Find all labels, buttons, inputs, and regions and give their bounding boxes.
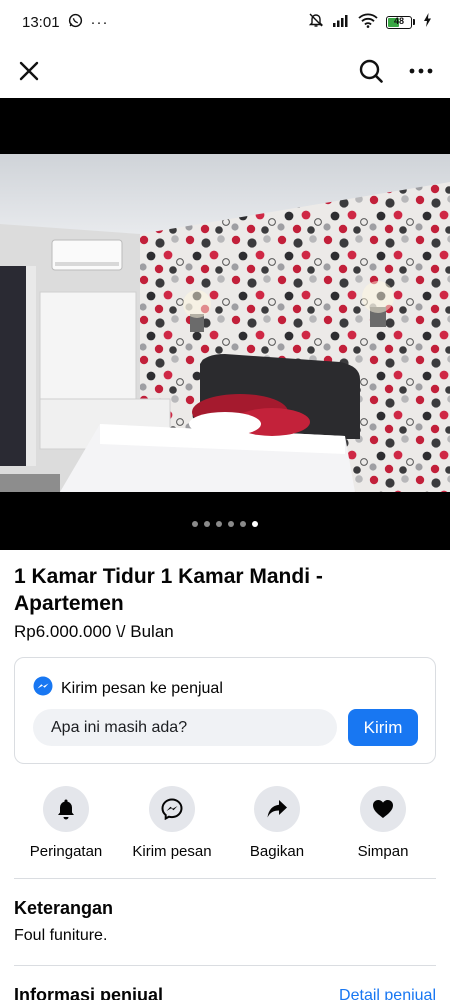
pagination-dot[interactable] <box>204 521 210 527</box>
mute-icon <box>308 12 324 32</box>
message-card-title: Kirim pesan ke penjual <box>61 679 223 697</box>
app-bar <box>0 44 450 98</box>
share-icon <box>254 786 300 832</box>
action-row: Peringatan Kirim pesan Bagikan Simpan <box>0 786 450 866</box>
pagination-dot[interactable] <box>240 521 246 527</box>
heart-icon <box>360 786 406 832</box>
save-label: Simpan <box>357 843 409 860</box>
message-seller-card: Kirim pesan ke penjual Kirim <box>14 657 436 764</box>
send-message-label: Kirim pesan <box>132 843 212 860</box>
battery-icon: 48 <box>386 15 415 29</box>
messenger-outline-icon <box>149 786 195 832</box>
photo-pagination <box>0 521 450 527</box>
battery-level: 48 <box>393 15 404 26</box>
message-card-header: Kirim pesan ke penjual <box>33 676 223 701</box>
wifi-icon <box>358 13 378 32</box>
bell-icon <box>43 786 89 832</box>
listing-price: Rp6.000.000 \/ Bulan <box>14 622 174 641</box>
share-action-button[interactable]: Bagikan <box>222 786 332 860</box>
bedroom-photo <box>0 154 450 492</box>
divider <box>14 878 436 879</box>
status-bar: 13:01 ··· 48 <box>0 0 450 44</box>
description-text: Foul funiture. <box>14 927 108 944</box>
charging-icon <box>423 13 432 31</box>
message-input[interactable] <box>33 709 337 746</box>
share-label: Bagikan <box>249 843 305 860</box>
divider <box>14 965 436 966</box>
close-icon[interactable] <box>14 56 44 86</box>
search-icon[interactable] <box>356 56 386 86</box>
photo-carousel[interactable] <box>0 98 450 550</box>
pagination-dot-active[interactable] <box>252 521 258 527</box>
more-notifications-icon: ··· <box>90 13 109 31</box>
listing-title: 1 Kamar Tidur 1 Kamar Mandi - Apartemen <box>14 565 323 615</box>
battery-body: 48 <box>386 15 412 29</box>
more-options-icon[interactable] <box>406 56 436 86</box>
listing-photo[interactable] <box>0 154 450 492</box>
app-bar-actions <box>356 56 436 86</box>
seller-details-link[interactable]: Detail penjual <box>339 987 436 1000</box>
pagination-dot[interactable] <box>228 521 234 527</box>
save-action-button[interactable]: Simpan <box>328 786 438 860</box>
send-button[interactable]: Kirim <box>348 709 418 746</box>
alert-label: Peringatan <box>29 843 103 860</box>
pagination-dot[interactable] <box>216 521 222 527</box>
status-right: 48 <box>308 12 432 32</box>
alert-action-button[interactable]: Peringatan <box>11 786 121 860</box>
description-heading: Keterangan <box>14 898 114 918</box>
seller-info-heading: Informasi penjual <box>14 985 164 1000</box>
whatsapp-notification-icon <box>68 13 83 32</box>
signal-icon <box>332 13 350 31</box>
status-left: 13:01 ··· <box>22 13 109 32</box>
battery-tip <box>413 19 415 25</box>
messenger-icon <box>33 676 53 701</box>
send-message-action-button[interactable]: Kirim pesan <box>117 786 227 860</box>
status-time: 13:01 <box>22 13 60 31</box>
pagination-dot[interactable] <box>192 521 198 527</box>
